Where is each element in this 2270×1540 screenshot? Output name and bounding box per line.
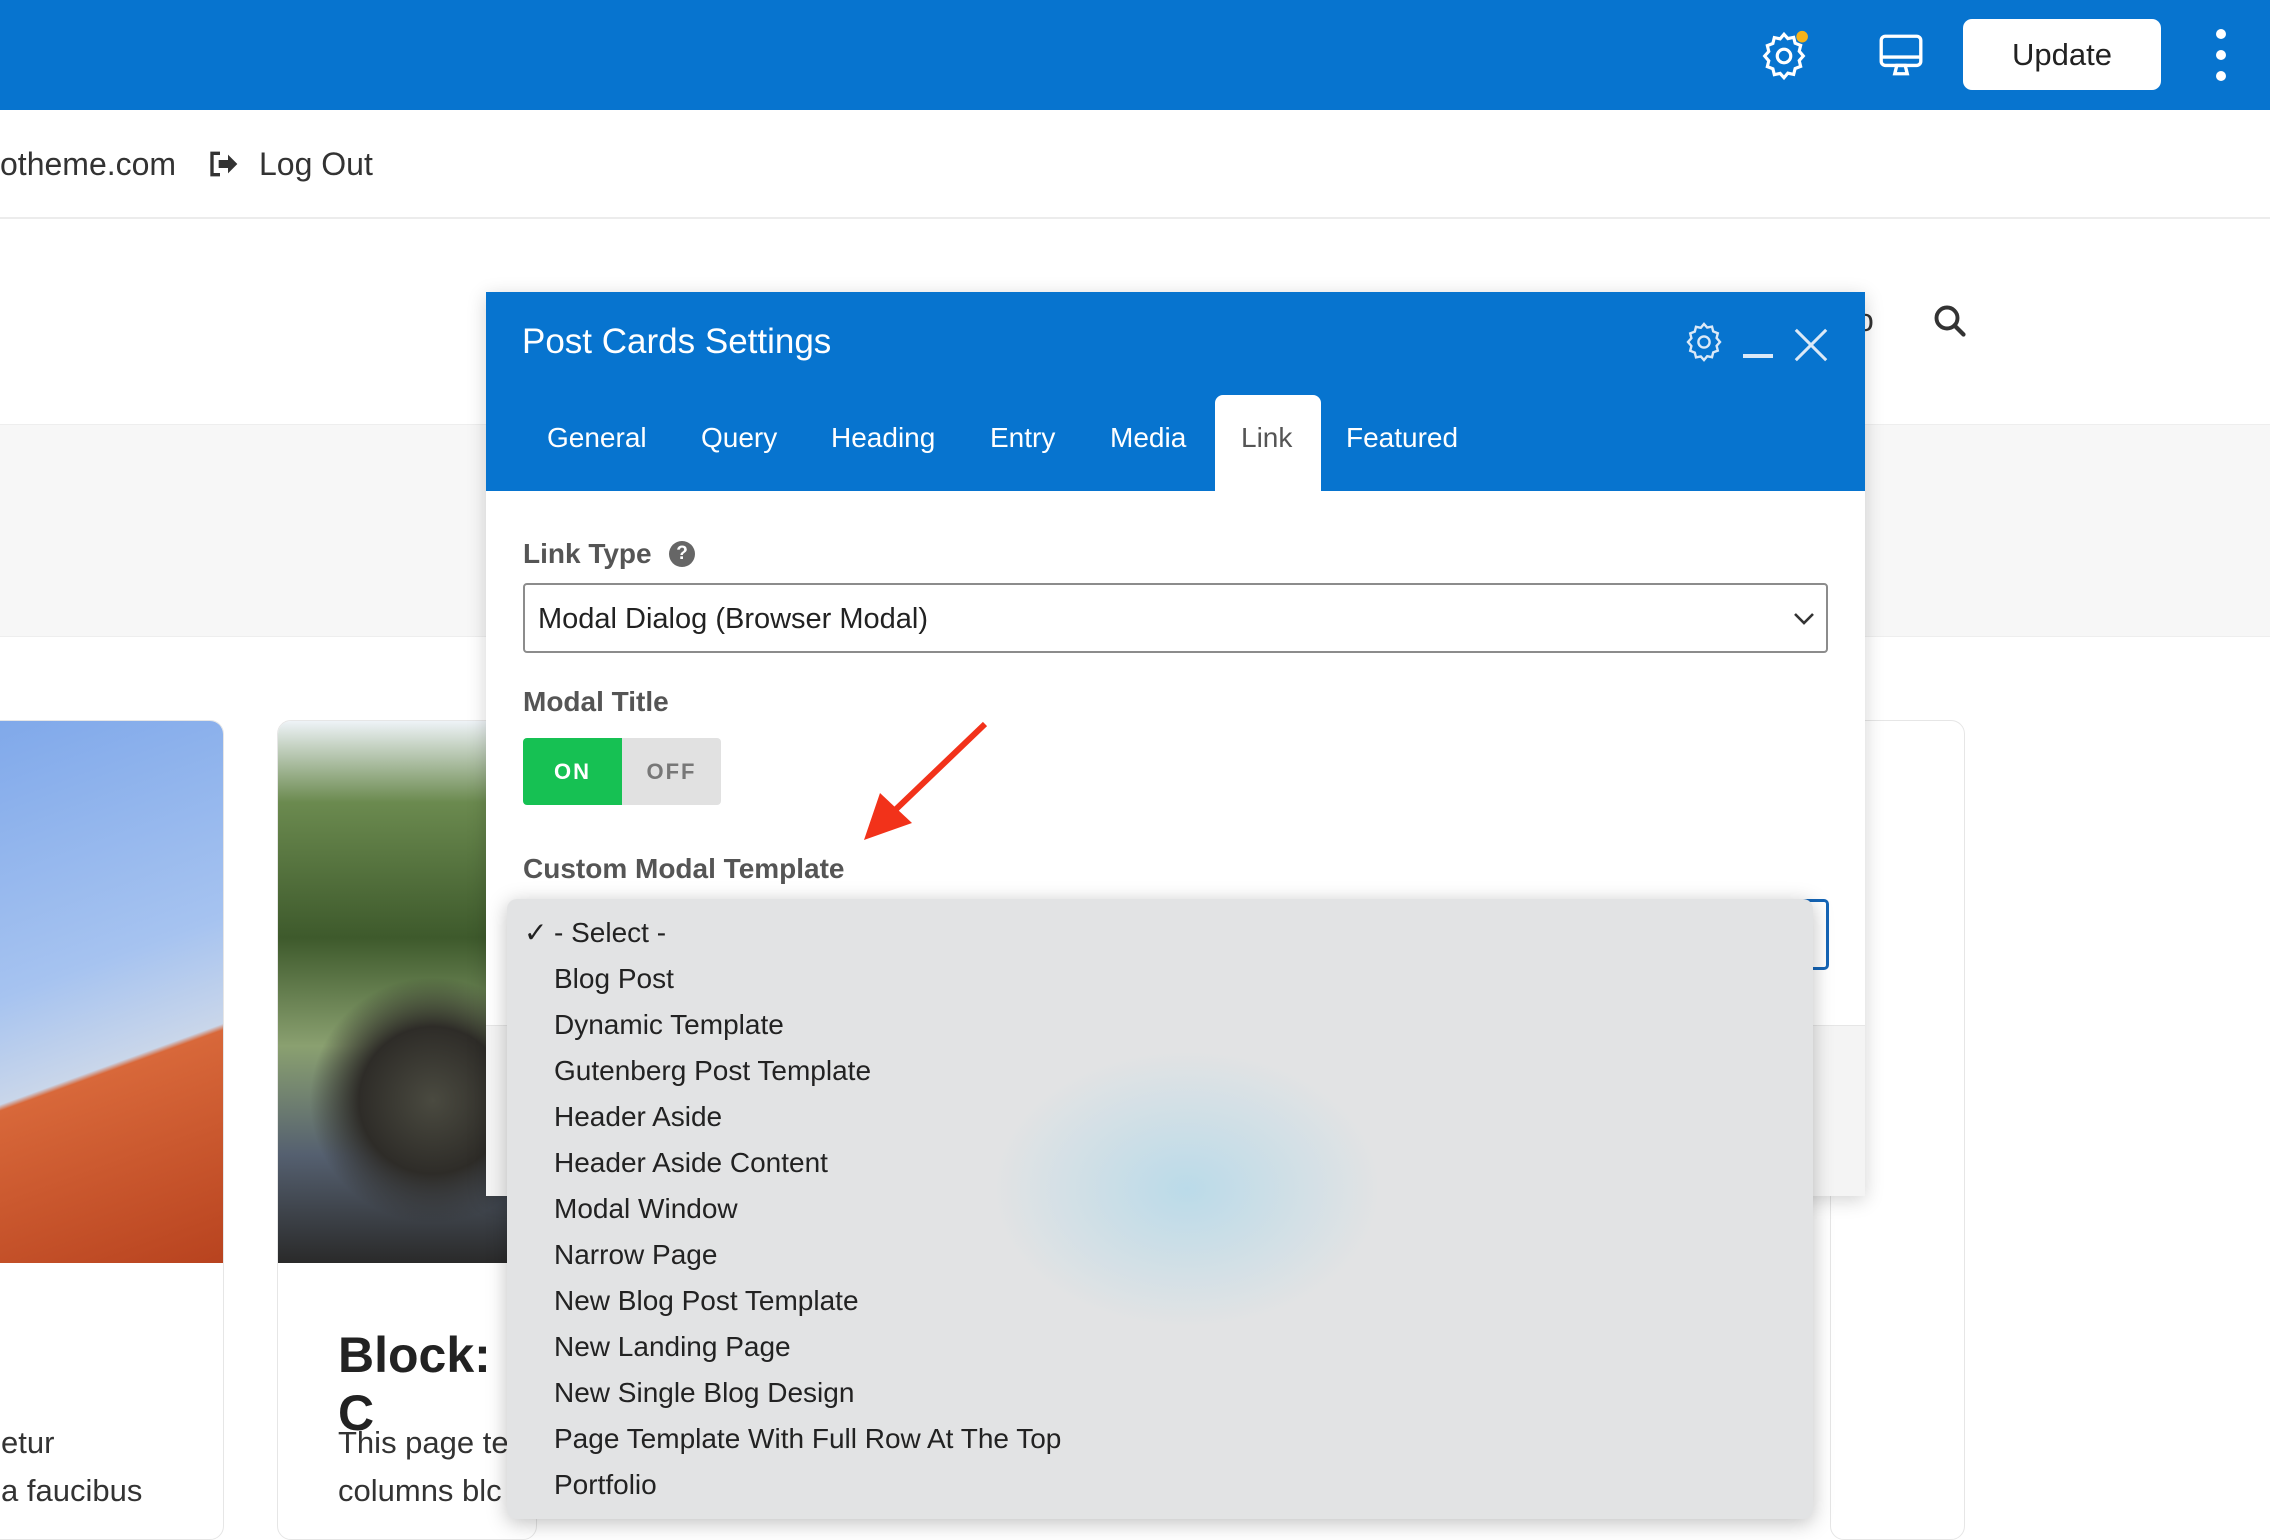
- dropdown-option[interactable]: New Landing Page: [554, 1331, 791, 1363]
- card-excerpt-line: a faucibus: [1, 1473, 143, 1508]
- custom-modal-template-label: Custom Modal Template: [523, 853, 845, 884]
- search-icon[interactable]: [1932, 303, 1968, 339]
- card-excerpt-line: etur: [1, 1425, 55, 1460]
- editor-toolbar: Update: [0, 0, 2270, 110]
- post-card[interactable]: etur a faucibus: [0, 720, 224, 1540]
- modal-title: Post Cards Settings: [522, 322, 832, 361]
- dropdown-option[interactable]: Narrow Page: [554, 1239, 717, 1271]
- close-icon[interactable]: [1792, 326, 1830, 364]
- admin-bar: otheme.com Log Out: [0, 110, 2270, 219]
- dropdown-option[interactable]: Portfolio: [554, 1469, 657, 1501]
- dropdown-option[interactable]: Header Aside Content: [554, 1147, 828, 1179]
- more-options-icon[interactable]: [2210, 28, 2232, 82]
- settings-gear-icon[interactable]: [1755, 27, 1813, 85]
- tab-heading[interactable]: Heading: [831, 422, 935, 454]
- desktop-preview-icon[interactable]: [1876, 30, 1926, 80]
- update-button[interactable]: Update: [1963, 19, 2161, 90]
- card-excerpt-line: This page te: [338, 1425, 509, 1460]
- modal-header: Post Cards Settings General Query Headin…: [486, 292, 1865, 491]
- modal-title-toggle[interactable]: ON OFF: [523, 738, 721, 805]
- post-card-image: [0, 721, 223, 1263]
- tab-featured[interactable]: Featured: [1346, 422, 1458, 454]
- tab-query[interactable]: Query: [701, 422, 777, 454]
- link-type-label: Link Type: [523, 538, 652, 569]
- link-type-value: Modal Dialog (Browser Modal): [538, 603, 929, 635]
- dropdown-option[interactable]: Gutenberg Post Template: [554, 1055, 871, 1087]
- modal-title-label: Modal Title: [523, 686, 669, 717]
- tab-general[interactable]: General: [547, 422, 647, 454]
- check-icon: ✓: [524, 917, 548, 948]
- site-link[interactable]: otheme.com: [0, 146, 176, 183]
- logout-link[interactable]: Log Out: [259, 146, 373, 183]
- dropdown-option[interactable]: New Single Blog Design: [554, 1377, 854, 1409]
- dropdown-option[interactable]: Blog Post: [554, 963, 674, 995]
- template-dropdown-list[interactable]: ✓ - Select - Blog Post Dynamic Template Gut…: [507, 899, 1813, 1519]
- tab-media[interactable]: Media: [1110, 422, 1186, 454]
- dropdown-option[interactable]: Page Template With Full Row At The Top: [554, 1423, 1061, 1455]
- dropdown-option[interactable]: Header Aside: [554, 1101, 722, 1133]
- dropdown-option[interactable]: Dynamic Template: [554, 1009, 784, 1041]
- dropdown-option[interactable]: - Select -: [554, 917, 666, 949]
- toggle-on[interactable]: ON: [523, 738, 622, 805]
- red-arrow-annotation: [864, 721, 988, 840]
- toggle-off[interactable]: OFF: [622, 738, 721, 805]
- modal-settings-icon[interactable]: [1680, 318, 1728, 366]
- link-type-select[interactable]: Modal Dialog (Browser Modal): [523, 583, 1828, 653]
- minimize-icon[interactable]: [1743, 354, 1773, 358]
- dropdown-blur-effect: [977, 1039, 1397, 1339]
- tab-link[interactable]: Link: [1241, 422, 1292, 454]
- card-excerpt-line: columns blc: [338, 1473, 502, 1508]
- logout-icon: [210, 151, 238, 177]
- dropdown-option[interactable]: Modal Window: [554, 1193, 738, 1225]
- dropdown-option[interactable]: New Blog Post Template: [554, 1285, 859, 1317]
- tab-entry[interactable]: Entry: [990, 422, 1055, 454]
- help-icon[interactable]: ?: [669, 541, 695, 567]
- chevron-down-icon: [1794, 613, 1814, 625]
